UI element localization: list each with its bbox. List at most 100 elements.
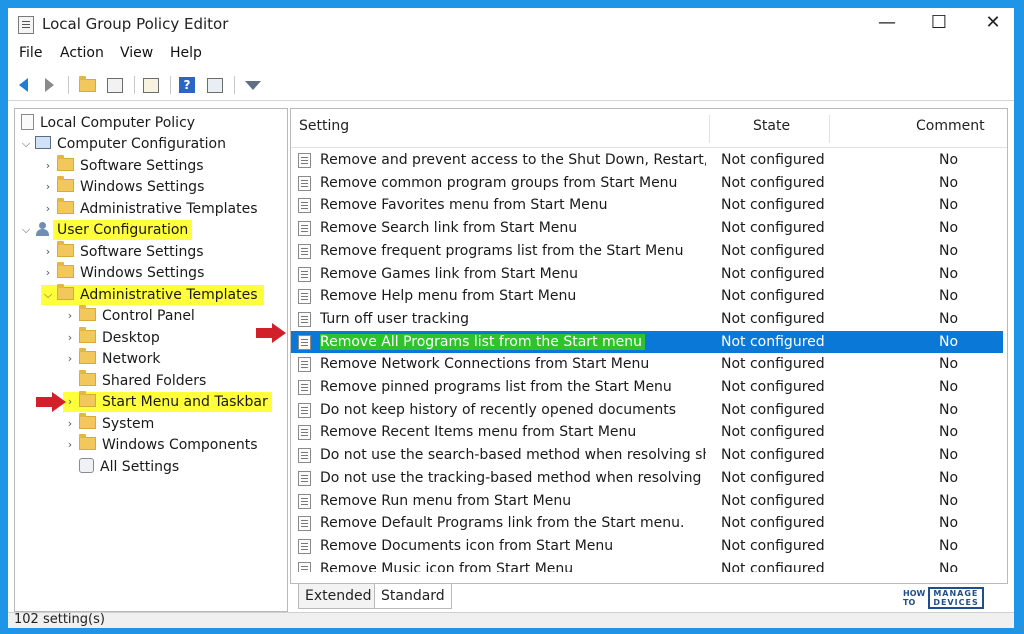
setting-row[interactable]: Remove Games link from Start Menu Not con… (291, 263, 1003, 285)
folder-icon (79, 413, 96, 429)
setting-row[interactable]: Remove Default Programs link from the St… (291, 512, 1003, 534)
menu-help[interactable]: Help (170, 45, 202, 61)
setting-row[interactable]: Remove Music icon from Start Menu Not con… (291, 558, 1003, 572)
user-icon (35, 221, 51, 236)
policy-tree-pane[interactable]: Local Computer Policy ⌵ Computer Configur… (14, 108, 288, 612)
show-hide-tree-icon[interactable] (104, 74, 126, 96)
column-header-comment[interactable]: Comment (916, 118, 985, 134)
tree-node-local-computer-policy[interactable]: Local Computer Policy (19, 113, 195, 133)
chevron-right-icon[interactable]: › (63, 306, 77, 326)
setting-row[interactable]: Do not keep history of recently opened d… (291, 399, 1003, 421)
setting-row[interactable]: Remove common program groups from Start … (291, 172, 1003, 194)
setting-comment: No (939, 515, 959, 532)
tree-node-user-software-settings[interactable]: › Software Settings (41, 241, 204, 262)
setting-row[interactable]: Remove Recent Items menu from Start Menu… (291, 421, 1003, 443)
toolbar-separator (234, 76, 235, 94)
chevron-right-icon[interactable]: › (63, 328, 77, 348)
setting-name: Remove Documents icon from Start Menu (320, 537, 614, 554)
setting-row[interactable]: Do not use the search-based method when … (291, 444, 1003, 466)
setting-comment: No (939, 379, 959, 395)
tab-standard[interactable]: Standard (374, 584, 452, 609)
column-header-state[interactable]: State (753, 118, 790, 134)
setting-name: Remove Help menu from Start Menu (320, 288, 577, 305)
setting-row[interactable]: Remove pinned programs list from the Sta… (291, 376, 1003, 398)
title-bar[interactable]: Local Group Policy Editor — ☐ ✕ (8, 8, 1014, 42)
minimize-button[interactable]: — (864, 8, 910, 40)
filter-icon[interactable] (242, 74, 264, 96)
policy-setting-icon (298, 402, 311, 418)
folder-icon (79, 391, 96, 407)
tree-node-windows-components[interactable]: › Windows Components (63, 434, 258, 455)
setting-comment: No (939, 560, 959, 572)
setting-row[interactable]: Do not use the tracking-based method whe… (291, 467, 1003, 489)
close-button[interactable]: ✕ (970, 8, 1014, 40)
chevron-right-icon[interactable]: › (63, 349, 77, 369)
setting-row[interactable]: Remove Run menu from Start Menu Not confi… (291, 490, 1003, 512)
tree-node-all-settings[interactable]: All Settings (63, 457, 179, 477)
tree-node-user-windows-settings[interactable]: › Windows Settings (41, 262, 204, 283)
settings-list-pane[interactable]: Setting State Comment Remove and prevent… (290, 108, 1008, 584)
folder-icon (57, 155, 74, 171)
setting-row[interactable]: Remove Favorites menu from Start Menu Not… (291, 194, 1003, 216)
column-divider[interactable] (709, 115, 710, 143)
up-folder-icon[interactable] (76, 74, 98, 96)
help-icon[interactable]: ? (176, 74, 198, 96)
chevron-right-icon[interactable]: › (41, 242, 55, 262)
setting-state: Not configured (721, 174, 825, 191)
export-list-icon[interactable] (140, 74, 162, 96)
tree-node-computer-software-settings[interactable]: › Software Settings (41, 155, 204, 176)
selected-setting-row[interactable]: Remove All Programs list from the Start … (291, 330, 1003, 353)
setting-comment: No (939, 288, 959, 305)
setting-row[interactable]: Remove Help menu from Start Menu Not conf… (291, 285, 1003, 307)
tree-node-desktop[interactable]: › Desktop (63, 327, 160, 348)
policy-setting-icon (298, 470, 311, 486)
setting-name: Remove Favorites menu from Start Menu (320, 197, 608, 214)
setting-row[interactable]: Remove Network Connections from Start Me… (291, 353, 1003, 375)
chevron-down-icon[interactable]: ⌵ (19, 134, 33, 154)
chevron-down-icon[interactable]: ⌵ (19, 220, 33, 240)
chevron-right-icon[interactable]: › (41, 199, 55, 219)
tree-node-start-menu-and-taskbar[interactable]: › Start Menu and Taskbar (63, 391, 272, 412)
tree-node-control-panel[interactable]: › Control Panel (63, 305, 195, 326)
tree-node-system[interactable]: › System (63, 413, 154, 434)
setting-row[interactable]: Remove Documents icon from Start Menu Not… (291, 535, 1003, 557)
policy-setting-icon (298, 357, 311, 373)
chevron-right-icon[interactable]: › (41, 177, 55, 197)
tree-node-shared-folders[interactable]: Shared Folders (63, 370, 206, 391)
setting-name: Do not keep history of recently opened d… (320, 401, 677, 418)
back-arrow-icon[interactable] (12, 74, 34, 96)
tab-extended[interactable]: Extended (298, 584, 379, 609)
tree-node-user-administrative-templates[interactable]: ⌵ Administrative Templates (41, 284, 264, 305)
setting-name: Turn off user tracking (320, 310, 470, 327)
maximize-button[interactable]: ☐ (916, 8, 962, 40)
setting-name: Remove All Programs list from the Start … (320, 331, 706, 353)
column-header-setting[interactable]: Setting (299, 118, 349, 134)
list-header: Setting State Comment (291, 109, 1007, 148)
policy-setting-icon (298, 243, 311, 259)
tree-node-network[interactable]: › Network (63, 348, 160, 369)
setting-row[interactable]: Remove and prevent access to the Shut Do… (291, 149, 1003, 171)
tree-node-user-configuration[interactable]: ⌵ User Configuration (19, 220, 193, 240)
setting-row[interactable]: Turn off user tracking Not configured No (291, 308, 1003, 330)
chevron-right-icon[interactable]: › (41, 263, 55, 283)
policy-setting-icon (298, 153, 311, 168)
column-divider[interactable] (829, 115, 830, 143)
settings-count: 102 setting(s) (14, 612, 105, 627)
tree-node-computer-configuration[interactable]: ⌵ Computer Configuration (19, 134, 226, 154)
window-title: Local Group Policy Editor (42, 15, 229, 33)
chevron-down-icon[interactable]: ⌵ (41, 285, 55, 305)
toolbar-separator (68, 76, 69, 94)
menu-view[interactable]: View (120, 45, 153, 61)
menu-file[interactable]: File (19, 45, 42, 61)
chevron-right-icon[interactable]: › (63, 435, 77, 455)
folder-icon (79, 434, 96, 450)
tree-node-computer-administrative-templates[interactable]: › Administrative Templates (41, 198, 258, 219)
chevron-right-icon[interactable]: › (63, 414, 77, 434)
setting-row[interactable]: Remove frequent programs list from the S… (291, 240, 1003, 262)
setting-row[interactable]: Remove Search link from Start Menu Not co… (291, 217, 1003, 239)
properties-icon[interactable] (204, 74, 226, 96)
forward-arrow-icon[interactable] (38, 74, 60, 96)
chevron-right-icon[interactable]: › (41, 156, 55, 176)
menu-action[interactable]: Action (60, 45, 104, 61)
tree-node-computer-windows-settings[interactable]: › Windows Settings (41, 176, 204, 197)
